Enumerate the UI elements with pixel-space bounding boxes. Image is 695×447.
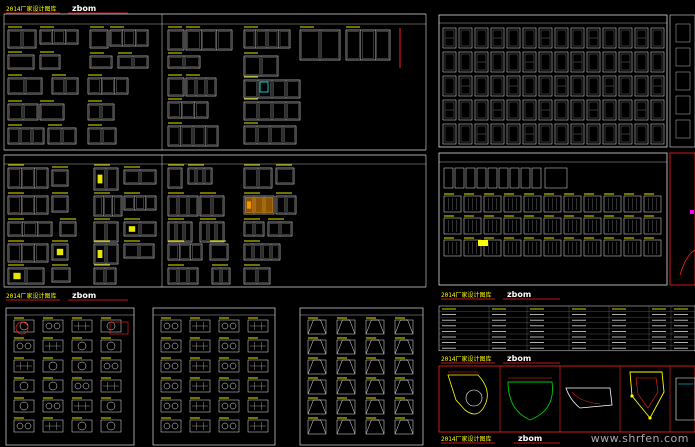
- yellow-swatch: [478, 240, 488, 246]
- title-3: 2014厂家设计图库: [441, 291, 491, 299]
- title-5: 2014厂家设计图库: [441, 435, 491, 443]
- highlight-swatch: [97, 174, 103, 184]
- logo-2: zbom: [72, 291, 96, 300]
- logo-3: zbom: [507, 290, 531, 299]
- logo-4: zbom: [507, 354, 531, 363]
- logo-5: zbom: [518, 434, 542, 443]
- highlight-swatch: [56, 248, 64, 256]
- title-1: 2014厂家设计图库: [6, 5, 56, 13]
- highlight-swatch: [128, 226, 136, 232]
- watermark: www.shrfen.com: [590, 432, 689, 445]
- highlight-swatch: [97, 250, 103, 258]
- logo-1: zbom: [72, 4, 96, 13]
- highlight-swatch: [13, 272, 21, 280]
- orange-highlight: [245, 197, 273, 213]
- cad-drawing-canvas[interactable]: 2014厂家设计图库 zbom 2014厂家设计图库 zbom 2014厂家设计…: [0, 0, 695, 447]
- title-4: 2014厂家设计图库: [441, 355, 491, 363]
- title-2: 2014厂家设计图库: [6, 292, 56, 300]
- magenta-marker: [690, 210, 694, 214]
